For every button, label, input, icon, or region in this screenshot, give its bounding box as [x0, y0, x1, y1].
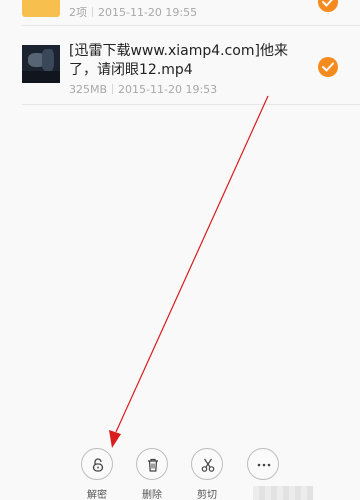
- delete-label: 删除: [142, 490, 162, 500]
- folder-icon: [22, 0, 60, 17]
- watermark-blur: [253, 486, 313, 500]
- scissors-icon: [191, 448, 223, 480]
- item-meta: 2项 2015-11-20 19:55: [69, 4, 197, 20]
- item-count: 2项: [69, 6, 87, 19]
- check-icon: [322, 0, 333, 7]
- meta-separator: [112, 84, 114, 94]
- file-title: [迅雷下载www.xiamp4.com]他来了，请闭眼12.mp4: [69, 43, 288, 78]
- more-icon: [247, 448, 279, 480]
- item-meta: 325MB 2015-11-20 19:53: [69, 83, 217, 96]
- file-list-item[interactable]: 2项 2015-11-20 19:55: [0, 0, 360, 25]
- meta-separator: [92, 7, 93, 17]
- checkbox-checked[interactable]: [318, 0, 338, 12]
- file-size: 325MB: [69, 83, 108, 96]
- cut-label: 剪切: [197, 490, 217, 500]
- more-button[interactable]: [243, 448, 283, 486]
- divider: [22, 104, 360, 105]
- video-thumbnail: [22, 45, 60, 83]
- unlock-icon: [81, 448, 113, 480]
- cut-button[interactable]: 剪切: [187, 448, 227, 500]
- item-date: 2015-11-20 19:55: [98, 6, 198, 19]
- decrypt-button[interactable]: 解密: [77, 448, 117, 500]
- trash-icon: [136, 448, 168, 480]
- file-date: 2015-11-20 19:53: [118, 83, 218, 96]
- check-icon: [322, 62, 334, 72]
- delete-button[interactable]: 删除: [132, 448, 172, 500]
- checkbox-checked[interactable]: [318, 57, 338, 77]
- file-list-item[interactable]: [迅雷下载www.xiamp4.com]他来了，请闭眼12.mp4 325MB 2…: [0, 26, 360, 104]
- decrypt-label: 解密: [87, 490, 107, 500]
